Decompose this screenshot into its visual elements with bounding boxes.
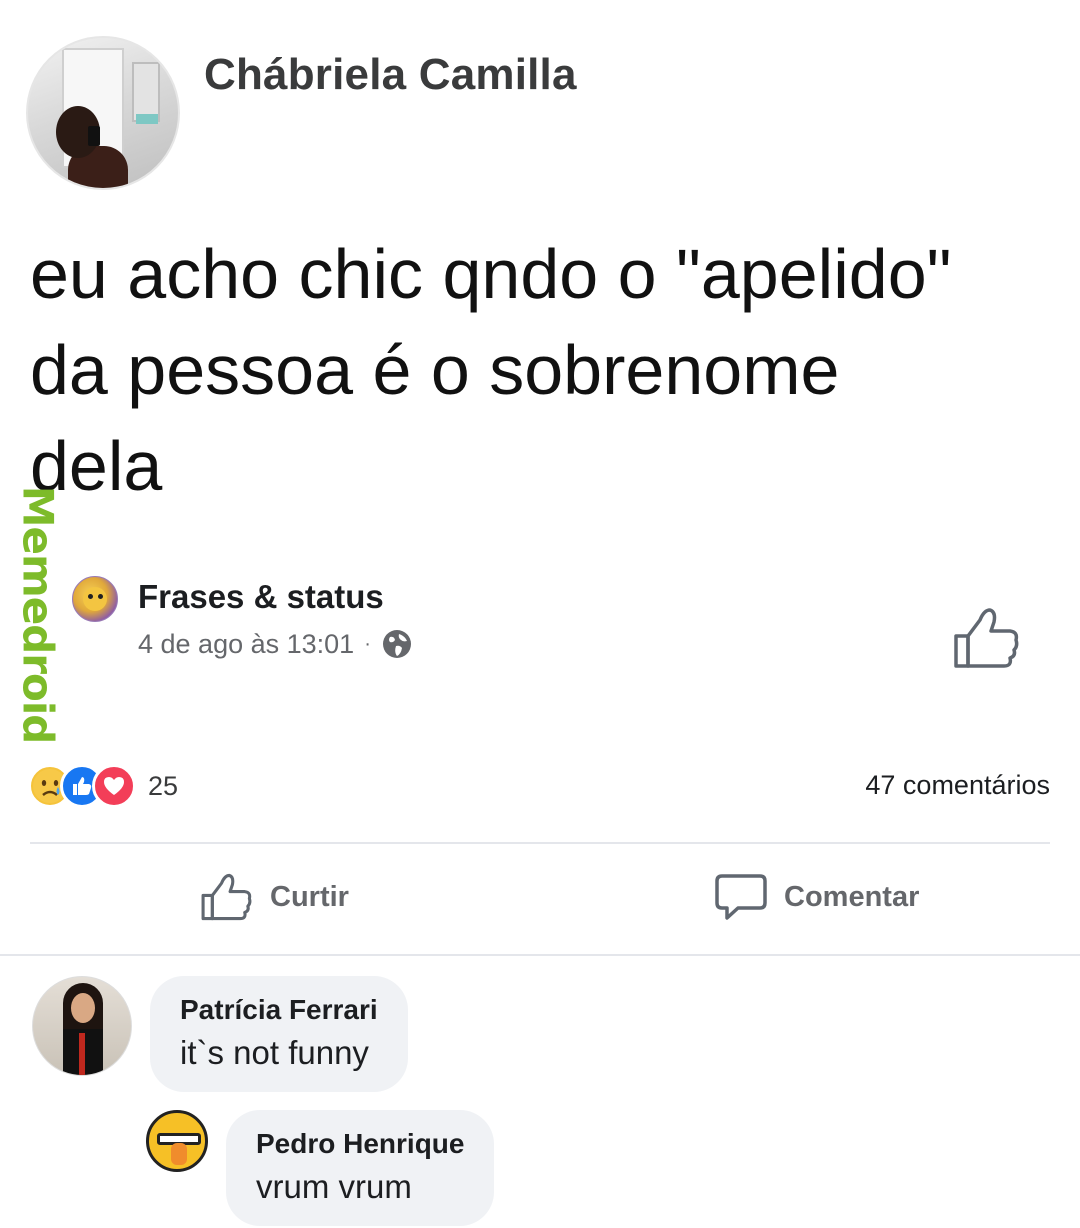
post-text-line: dela	[30, 427, 163, 505]
comment-button-label: Comentar	[784, 880, 920, 913]
post-text: eu acho chic qndo o "apelido" da pessoa …	[30, 226, 1060, 514]
post-timestamp[interactable]: 4 de ago às 13:01	[138, 629, 354, 660]
like-outline-icon[interactable]	[952, 606, 1022, 670]
meta-separator: ·	[364, 632, 371, 655]
page-name[interactable]: Frases & status	[138, 578, 384, 616]
comment-reply: Pedro Henrique vrum vrum	[146, 1110, 495, 1226]
reaction-count: 25	[148, 770, 179, 801]
like-button[interactable]: Curtir	[200, 872, 349, 922]
commenter-avatar[interactable]	[146, 1110, 208, 1172]
like-button-label: Curtir	[270, 880, 349, 913]
comment-bubble: Patrícia Ferrari it`s not funny	[150, 976, 408, 1092]
page-row	[72, 576, 118, 622]
page-meta: 4 de ago às 13:01 ·	[138, 628, 413, 660]
thumbs-up-icon	[201, 873, 252, 921]
post-text-line: da pessoa é o sobrenome	[30, 331, 840, 409]
divider	[30, 842, 1050, 844]
commenter-name[interactable]: Pedro Henrique	[256, 1128, 464, 1160]
comment-text: it`s not funny	[180, 1034, 369, 1071]
watermark-text: Memedroid	[13, 485, 63, 743]
reactions-summary[interactable]: 25	[28, 764, 178, 808]
comment-button[interactable]: Comentar	[714, 872, 919, 922]
comment-count[interactable]: 47 comentários	[865, 770, 1050, 801]
comment-bubble: Pedro Henrique vrum vrum	[226, 1110, 495, 1226]
commenter-avatar[interactable]	[32, 976, 132, 1076]
author-name[interactable]: Chábriela Camilla	[204, 50, 577, 100]
author-avatar[interactable]	[26, 36, 180, 190]
speech-bubble-icon	[715, 874, 767, 920]
comment-text: vrum vrum	[256, 1168, 412, 1205]
comment: Patrícia Ferrari it`s not funny	[32, 976, 408, 1092]
divider	[0, 954, 1080, 956]
watermark: Memedroid	[14, 485, 63, 743]
globe-icon	[382, 630, 411, 658]
commenter-name[interactable]: Patrícia Ferrari	[180, 994, 378, 1026]
love-icon	[92, 764, 136, 808]
post-text-line: eu acho chic qndo o "apelido"	[30, 235, 952, 313]
page-avatar[interactable]	[72, 576, 118, 622]
post-author-row	[26, 36, 180, 190]
